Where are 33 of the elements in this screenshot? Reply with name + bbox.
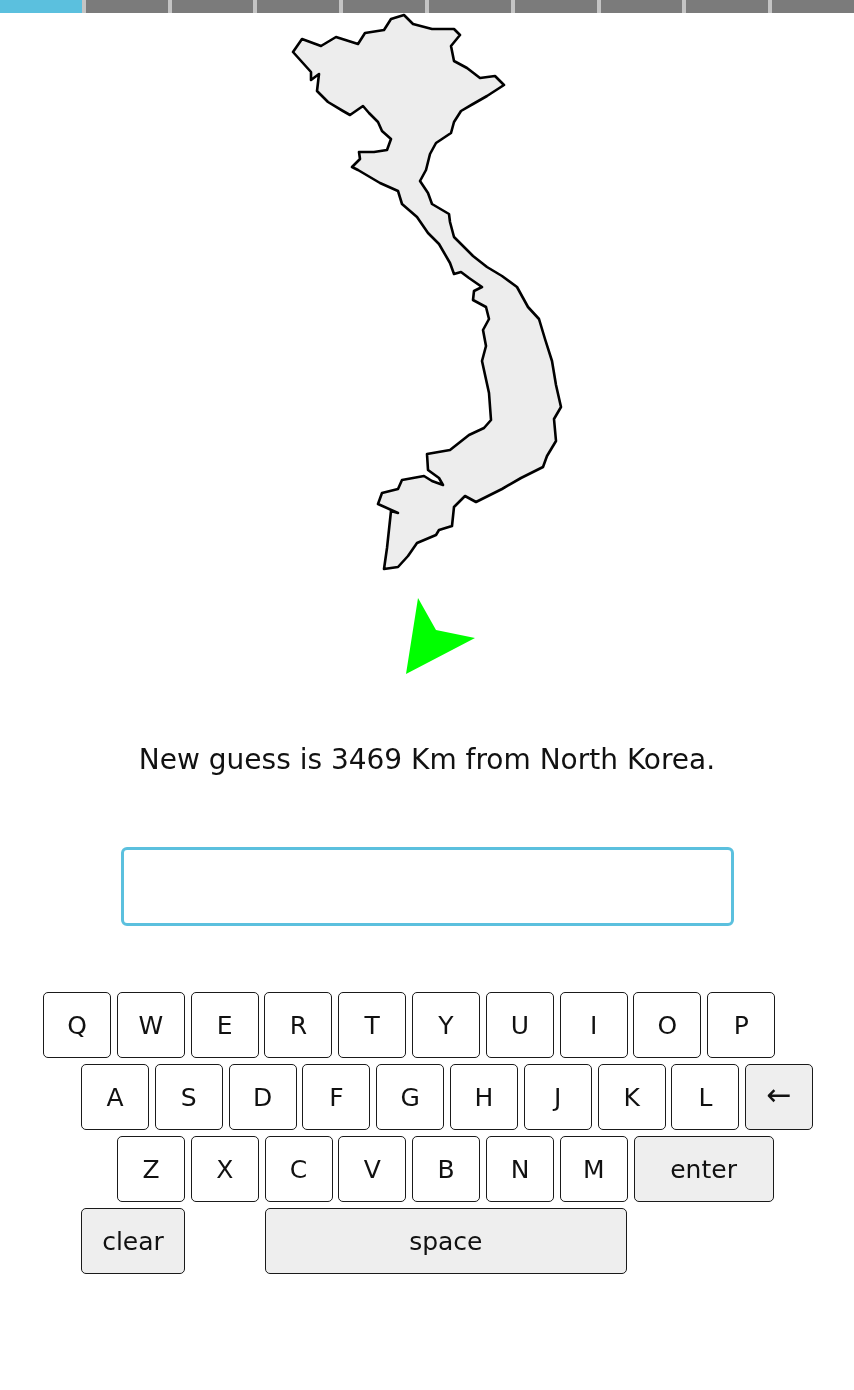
letter-key[interactable]: S [154,1064,223,1130]
space-key[interactable]: space [264,1208,627,1274]
letter-key[interactable]: R [264,992,333,1058]
letter-key[interactable]: D [228,1064,297,1130]
letter-key[interactable]: E [190,992,259,1058]
letter-key[interactable]: W [116,992,185,1058]
letter-key[interactable]: H [450,1064,518,1130]
letter-key[interactable]: N [486,1136,554,1202]
letter-key[interactable]: I [559,992,628,1058]
letter-key[interactable]: Q [43,992,111,1058]
guess-input-field[interactable] [121,847,734,926]
backspace-key[interactable]: ← [745,1064,814,1130]
letter-key[interactable]: F [302,1064,371,1130]
letter-key[interactable]: T [338,992,407,1058]
distance-message: New guess is 3469 Km from North Korea. [137,742,717,778]
letter-key[interactable]: Y [412,992,480,1058]
letter-key[interactable]: O [633,992,702,1058]
letter-key[interactable]: C [264,1136,333,1202]
letter-key[interactable]: X [190,1136,259,1202]
letter-key[interactable]: V [338,1136,407,1202]
letter-key[interactable]: U [485,992,554,1058]
letter-key[interactable]: A [81,1064,149,1130]
letter-key[interactable]: L [671,1064,740,1130]
letter-key[interactable]: J [523,1064,592,1130]
enter-key[interactable]: enter [633,1136,774,1202]
letter-key[interactable]: P [707,992,776,1058]
letter-key[interactable]: K [597,1064,666,1130]
letter-key[interactable]: G [376,1064,445,1130]
letter-key[interactable]: Z [117,1136,185,1202]
clear-key[interactable]: clear [81,1208,185,1274]
letter-key[interactable]: M [559,1136,628,1202]
letter-key[interactable]: B [412,1136,481,1202]
direction-arrow-icon [406,598,475,674]
